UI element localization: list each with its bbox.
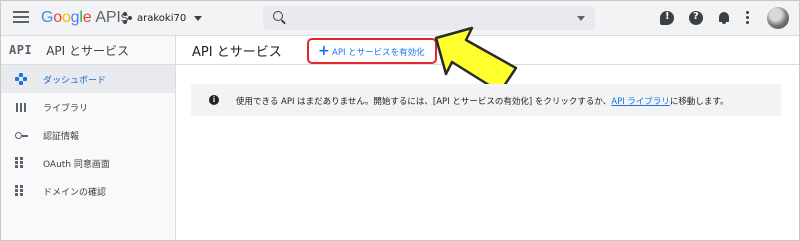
menu-icon[interactable] (13, 11, 29, 25)
search-input[interactable] (289, 9, 563, 29)
enable-apis-button-label: API とサービスを有効化 (332, 48, 425, 58)
sidebar-item-credentials[interactable]: 認証情報 (1, 121, 175, 149)
enable-apis-button[interactable]: + API とサービスを有効化 (307, 38, 437, 64)
sidebar-title: API とサービス (46, 43, 129, 58)
notifications-icon[interactable] (717, 11, 731, 25)
top-bar: Google APIs arakoki70 (1, 1, 799, 36)
sidebar-item-label: ダッシュボード (43, 75, 107, 86)
dashboard-icon (15, 73, 27, 85)
sidebar-item-dashboard[interactable]: ダッシュボード (1, 65, 175, 93)
project-icon (123, 12, 133, 24)
sidebar: API API とサービス ダッシュボード ライブラリ 認証情報 OAuth 同… (1, 36, 176, 240)
sidebar-item-oauth-consent[interactable]: OAuth 同意画面 (1, 149, 175, 177)
sidebar-item-label: ドメインの確認 (43, 187, 107, 198)
more-vert-icon[interactable] (745, 11, 751, 25)
search-icon (273, 11, 283, 21)
feedback-icon[interactable] (660, 11, 674, 25)
search-dropdown-icon[interactable] (577, 16, 585, 21)
project-selector[interactable]: arakoki70 (123, 7, 203, 29)
api-logo-icon: API (9, 43, 33, 57)
sidebar-item-domain-verification[interactable]: ドメインの確認 (1, 177, 175, 205)
library-icon (15, 101, 27, 113)
avatar[interactable] (767, 7, 789, 29)
sidebar-header: API API とサービス (1, 36, 175, 65)
help-icon[interactable] (689, 11, 703, 25)
key-icon (15, 129, 28, 141)
sidebar-item-label: ライブラリ (43, 103, 89, 114)
chevron-down-icon (194, 15, 203, 21)
domain-verification-icon (15, 185, 27, 197)
sidebar-item-label: 認証情報 (43, 131, 80, 142)
search-bar[interactable] (263, 6, 595, 30)
plus-icon: + (318, 43, 330, 59)
api-library-link[interactable]: API ライブラリ (611, 97, 670, 107)
google-apis-logo[interactable]: Google APIs (41, 9, 129, 27)
consent-screen-icon (15, 157, 27, 169)
project-name: arakoki70 (137, 12, 187, 24)
info-message: 使用できる API はまだありません。開始するには、[API とサービスの有効化… (236, 97, 729, 107)
info-icon: i (209, 95, 219, 105)
page-title: API とサービス (192, 45, 282, 60)
sidebar-item-library[interactable]: ライブラリ (1, 93, 175, 121)
info-banner: i 使用できる API はまだありません。開始するには、[API とサービスの有… (191, 84, 781, 116)
sidebar-item-label: OAuth 同意画面 (43, 159, 110, 170)
